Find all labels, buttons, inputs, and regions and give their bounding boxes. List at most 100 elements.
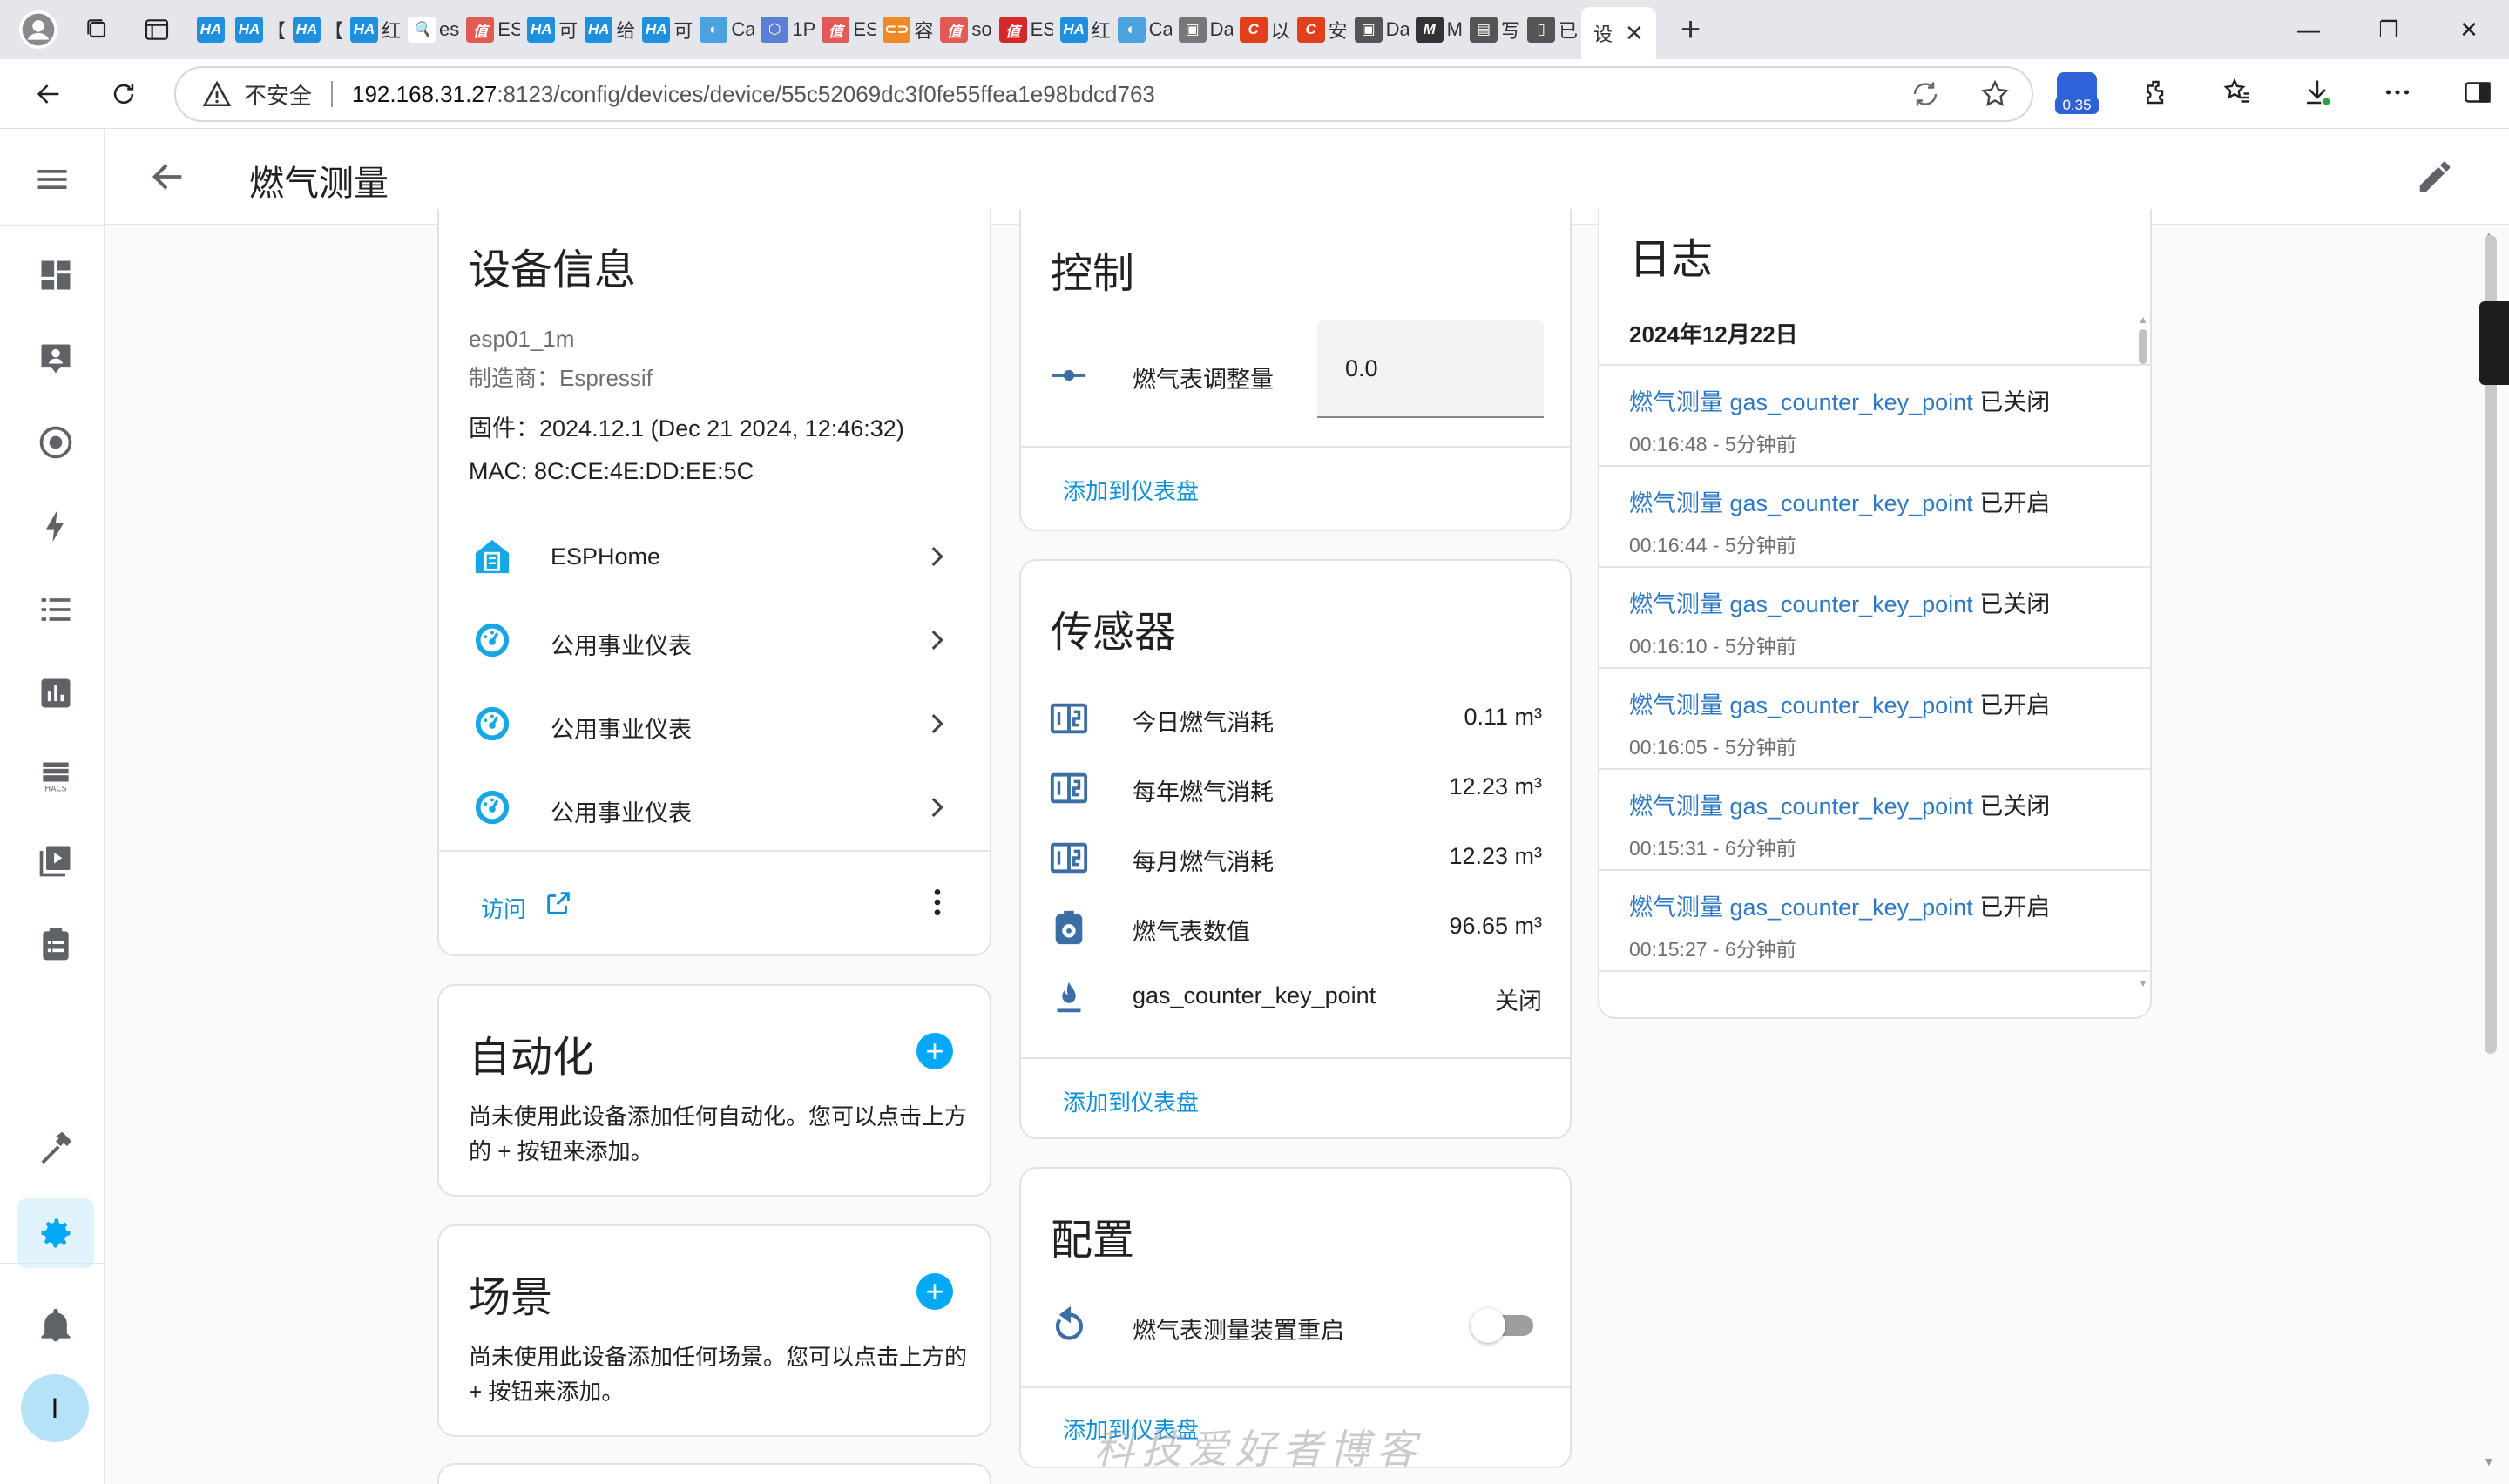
log-entry[interactable]: 燃气测量 gas_counter_key_point 已开启 00:16:44 … [1629,484,2134,558]
scene-card: 场景 + 尚未使用此设备添加任何场景。您可以点击上方的 + 按钮来添加。 [437,1224,991,1437]
close-window-icon[interactable]: ✕ [2429,0,2509,59]
log-entry[interactable]: 燃气测量 gas_counter_key_point 已开启 00:16:05 … [1629,686,2134,760]
add-scene-button[interactable]: + [916,1273,953,1310]
tab-title: 红 [1091,20,1111,42]
log-entry[interactable]: 燃气测量 gas_counter_key_point 已开启 00:15:27 … [1629,888,2134,962]
tab-actions-icon[interactable] [138,10,176,49]
translate-icon[interactable] [1910,78,1941,110]
log-entity-link[interactable]: 燃气测量 gas_counter_key_point [1629,793,1973,820]
back-icon[interactable] [24,70,73,118]
browser-tab[interactable]: ▣ Da [1175,7,1236,52]
browser-tab[interactable]: C以 [1236,7,1294,52]
restore-icon[interactable]: ❐ [2349,0,2429,59]
browser-tab[interactable]: ▯ 已 [1524,7,1581,52]
log-scroll-down-icon[interactable]: ▼ [2138,977,2148,989]
sidebar-item-hacs[interactable]: HACS [17,742,94,812]
new-tab-button[interactable]: + [1681,10,1701,50]
tab-favicon-icon: HA [585,17,613,43]
menu-icon[interactable] [33,160,71,199]
sidebar-handle[interactable] [2479,301,2509,385]
sidebar-item-settings[interactable] [17,1198,94,1268]
user-avatar[interactable]: I [21,1374,89,1442]
sidebar-item-notifications[interactable] [17,1291,94,1360]
sidebar-item-history[interactable] [17,658,94,728]
browser-tab[interactable]: ▣ Da [1351,7,1412,52]
number-input[interactable]: 0.0 [1317,320,1544,418]
browser-tab[interactable]: ◐ Ca [1114,7,1175,52]
browser-tab[interactable]: ▤ 写 [1466,7,1524,52]
visit-link[interactable]: 访问 [481,892,526,924]
more-vertical-icon[interactable] [920,885,955,920]
log-state: 已开启 [1979,692,2051,718]
sidebar-item-developer-tools[interactable] [17,1113,94,1183]
reload-icon[interactable] [99,70,148,118]
log-state: 已关闭 [1979,793,2051,820]
window-controls: — ❐ ✕ [2269,0,2509,59]
add-automation-button[interactable]: + [916,1033,953,1069]
favorites-icon[interactable] [2216,68,2258,117]
log-entry[interactable]: 燃气测量 gas_counter_key_point 已关闭 00:15:31 … [1629,787,2134,861]
favorite-star-icon[interactable] [1979,78,2011,110]
add-to-dashboard-link[interactable]: 添加到仪表盘 [1063,474,1199,506]
profile-avatar-icon[interactable] [19,10,57,49]
browser-tab[interactable]: 值 so [937,7,995,52]
extension-timer-icon[interactable]: 0.35 [2055,68,2099,117]
browser-tab[interactable]: HA 给 [581,7,639,52]
close-tab-icon[interactable]: ✕ [1625,20,1644,47]
log-time: 00:16:48 - 5分钟前 [1629,433,1796,455]
extensions-puzzle-icon[interactable] [2136,68,2178,117]
log-scroll-up-icon[interactable]: ▲ [2138,314,2148,326]
warning-icon[interactable] [202,79,232,109]
log-entity-link[interactable]: 燃气测量 gas_counter_key_point [1629,389,1973,415]
sidebar-toggle-icon[interactable] [2457,68,2499,117]
restart-toggle[interactable] [1471,1303,1533,1343]
chevron-right-icon [931,713,943,734]
browser-tab[interactable]: HA [193,7,232,52]
card-divider [1021,446,1570,448]
log-scrollbar-thumb[interactable] [2139,329,2147,364]
log-entity-link[interactable]: 燃气测量 gas_counter_key_point [1629,894,1973,921]
log-entity-link[interactable]: 燃气测量 gas_counter_key_point [1629,591,1973,617]
browser-tab[interactable]: C安 [1294,7,1351,52]
browser-tab[interactable]: 值 ES [996,7,1057,52]
back-arrow-icon[interactable] [148,157,188,197]
browser-tab[interactable]: ⬡ 1P [757,7,818,52]
sidebar-item-todo[interactable] [17,575,94,644]
downloads-icon[interactable] [2296,68,2338,117]
restart-icon [1055,1306,1083,1340]
log-time: 00:16:44 - 5分钟前 [1629,534,1796,556]
browser-tab[interactable]: HA 可 [639,7,696,52]
browser-tab[interactable]: HA 可 [524,7,581,52]
sidebar-item-map[interactable] [17,324,94,394]
browser-tab[interactable]: 🔍 es [404,7,463,52]
browser-tab[interactable]: HA 红 [347,7,404,52]
browser-tab[interactable]: HA 【 [232,7,289,52]
workspaces-icon[interactable] [78,10,117,49]
tab-favicon-icon: 值 [466,17,495,43]
browser-tab[interactable]: HA 【 [289,7,347,52]
sidebar-item-clipboard[interactable] [17,909,94,979]
add-to-dashboard-link[interactable]: 添加到仪表盘 [1063,1085,1199,1117]
browser-tab[interactable]: 值 ES [818,7,879,52]
sidebar-item-overview[interactable] [17,240,94,310]
sidebar-item-logbook[interactable] [17,408,94,477]
browser-tab[interactable]: 值 ES [463,7,524,52]
page-scroll-down-icon[interactable]: ▼ [2483,1454,2495,1468]
tab-active[interactable]: 设 ✕ [1581,7,1656,59]
sensor-value: 0.11 m³ [1464,704,1542,730]
browser-tab[interactable]: ⊂⊃ 容 [879,7,937,52]
edit-pencil-icon[interactable] [2415,157,2455,197]
log-entity-link[interactable]: 燃气测量 gas_counter_key_point [1629,490,1973,516]
minimize-icon[interactable]: — [2269,0,2349,59]
browser-tab[interactable]: HA 红 [1057,7,1114,52]
sidebar-item-media[interactable] [17,826,94,895]
more-menu-icon[interactable] [2377,68,2418,117]
browser-tab[interactable]: MM [1412,7,1466,52]
log-entry[interactable]: 燃气测量 gas_counter_key_point 已关闭 00:16:48 … [1629,383,2134,457]
address-bar[interactable]: 不安全 192.168.31.27:8123/config/devices/de… [174,66,2033,122]
log-entity-link[interactable]: 燃气测量 gas_counter_key_point [1629,692,1973,718]
open-in-new-icon[interactable] [544,888,573,918]
log-entry[interactable]: 燃气测量 gas_counter_key_point 已关闭 00:16:10 … [1629,585,2134,659]
browser-tab[interactable]: ◐ Ca [696,7,757,52]
sidebar-item-energy[interactable] [17,491,94,561]
